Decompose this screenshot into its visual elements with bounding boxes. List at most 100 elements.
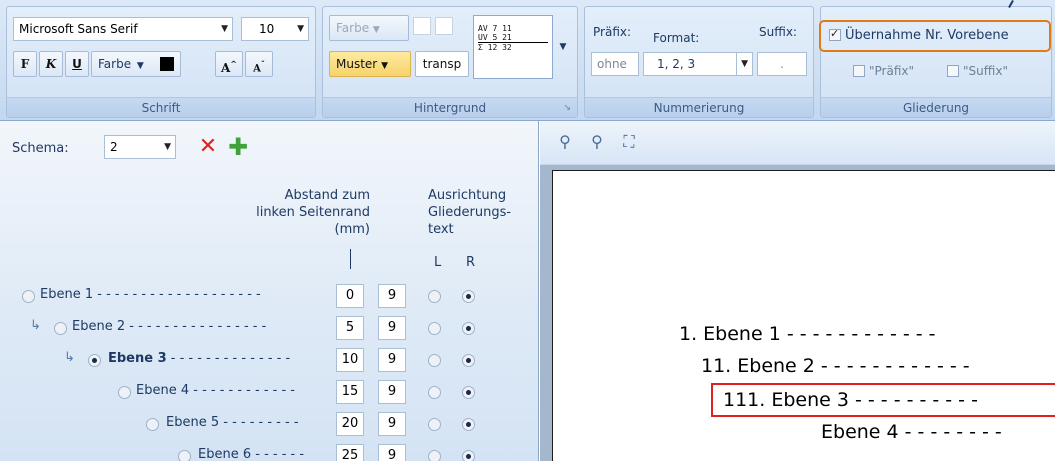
level-select-radio[interactable] — [22, 290, 35, 303]
abstand-input[interactable]: 10 — [336, 348, 364, 372]
font-name-select[interactable]: Microsoft Sans Serif ▼ — [13, 17, 233, 41]
delete-icon[interactable]: ✕ — [196, 135, 220, 161]
align-right-radio[interactable] — [462, 322, 475, 335]
width-input[interactable]: 9 — [378, 284, 406, 308]
preview-line-text: 111. Ebene 3 — [723, 389, 849, 411]
zoom-in-icon[interactable]: ⚲ — [554, 131, 576, 153]
abstand-header-line: Abstand zum — [284, 188, 370, 203]
group-label-gliederung: Gliederung — [821, 97, 1051, 117]
schema-label: Schema: — [12, 141, 69, 156]
prefix-label: Präfix: — [593, 25, 632, 39]
prefix-input[interactable]: ohne — [591, 52, 639, 76]
width-input[interactable]: 9 — [378, 412, 406, 436]
grow-font-button[interactable]: A^ — [215, 51, 243, 77]
background-color-label: Farbe — [336, 21, 370, 35]
font-size-select[interactable]: 10 ▼ — [241, 17, 309, 41]
style-preview-line: AV 7 11 — [478, 24, 512, 33]
prefix-value: ohne — [597, 57, 627, 71]
preview-toolbar: ⚲ ⚲ ⛶ — [540, 121, 1055, 165]
align-left-radio[interactable] — [428, 322, 441, 335]
level-select-radio[interactable] — [88, 354, 101, 367]
abstand-header-line: (mm) — [334, 222, 370, 237]
muster-button[interactable]: Muster ▼ — [329, 51, 411, 77]
width-input[interactable]: 9 — [378, 380, 406, 404]
level-select-radio[interactable] — [178, 450, 191, 461]
chevron-down-icon: ▼ — [736, 53, 748, 75]
shrink-font-button[interactable]: Aˇ — [245, 51, 273, 77]
align-right-radio[interactable] — [462, 354, 475, 367]
preview-line-2: 11. Ebene 2 - - - - - - - - - - - - — [701, 355, 970, 377]
chevron-down-icon: ▼ — [221, 24, 228, 34]
align-right-radio[interactable] — [462, 386, 475, 399]
ausrichtung-header: Ausrichtung Gliederungs- text — [428, 187, 511, 238]
shrink-font-label: A — [253, 63, 261, 75]
chevron-down-icon: ▼ — [136, 61, 144, 71]
level-name: Ebene 6 — [198, 447, 252, 461]
preview-line-3: 111. Ebene 3 - - - - - - - - - - — [723, 389, 978, 411]
checkbox-unchecked-icon — [947, 65, 959, 77]
align-left-radio[interactable] — [428, 354, 441, 367]
background-color-button[interactable]: Farbe ▼ — [329, 15, 409, 41]
indent-arrow-icon: ↳ — [30, 318, 41, 333]
align-right-radio[interactable] — [462, 418, 475, 431]
color-swatch-icon — [435, 17, 453, 35]
uebernahme-checkbox[interactable]: Übernahme Nr. Vorebene — [829, 27, 1009, 43]
abstand-input[interactable]: 25 — [336, 444, 364, 461]
praefix-label: "Präfix" — [869, 64, 915, 78]
width-input[interactable]: 9 — [378, 348, 406, 372]
width-input[interactable]: 9 — [378, 444, 406, 461]
font-color-button[interactable]: Farbe ▼ — [91, 51, 181, 77]
group-gliederung: Übernahme Nr. Vorebene "Präfix" "Suffix"… — [819, 6, 1052, 118]
format-label: Format: — [653, 31, 700, 45]
level-select-radio[interactable] — [54, 322, 67, 335]
abstand-input[interactable]: 20 — [336, 412, 364, 436]
group-label-hintergrund: Hintergrund — [323, 97, 577, 117]
style-preview-line: Σ 12 32 — [478, 42, 548, 52]
font-color-label: Farbe — [98, 57, 132, 71]
align-right-radio[interactable] — [462, 290, 475, 303]
bold-button[interactable]: F — [13, 51, 37, 77]
level-label: Ebene 1 - - - - - - - - - - - - - - - - … — [40, 287, 261, 302]
abstand-marker — [350, 249, 351, 269]
align-left-radio[interactable] — [428, 450, 441, 461]
zoom-out-icon[interactable]: ⚲ — [586, 131, 608, 153]
format-select[interactable]: 1, 2, 3 ▼ — [643, 52, 753, 76]
ausrichtung-header-line: Ausrichtung — [428, 188, 507, 203]
underline-button[interactable]: U — [65, 51, 89, 77]
ausrichtung-header-line: Gliederungs- — [428, 205, 512, 220]
level-select-radio[interactable] — [118, 386, 131, 399]
level-select-radio[interactable] — [146, 418, 159, 431]
color-swatch-icon — [413, 17, 431, 35]
color-swatch-icon — [160, 57, 174, 71]
group-nummerierung: Präfix: Format: Suffix: ohne 1, 2, 3 ▼ .… — [584, 6, 814, 118]
width-input[interactable]: 9 — [378, 316, 406, 340]
suffix-input[interactable]: . — [757, 52, 807, 76]
level-name: Ebene 2 — [72, 319, 126, 334]
align-right-radio[interactable] — [462, 450, 475, 461]
align-left-radio[interactable] — [428, 418, 441, 431]
praefix-checkbox[interactable]: "Präfix" — [853, 64, 914, 78]
level-label: Ebene 4 - - - - - - - - - - - - — [136, 383, 295, 398]
dialog-launcher-icon[interactable]: ↘ — [563, 103, 571, 113]
muster-label: Muster — [336, 57, 378, 71]
style-preview-gallery[interactable]: AV 7 11 UV 5 21 Σ 12 32 — [473, 15, 553, 79]
abstand-header-line: linken Seitenrand — [256, 205, 370, 220]
gallery-scroll-button[interactable]: ▼ — [555, 15, 571, 79]
abstand-input[interactable]: 5 — [336, 316, 364, 340]
grow-font-label: A — [220, 61, 231, 75]
fit-page-icon[interactable]: ⛶ — [618, 131, 640, 153]
add-icon[interactable]: ✚ — [226, 135, 250, 161]
abstand-input[interactable]: 0 — [336, 284, 364, 308]
chevron-down-icon: ▼ — [372, 25, 380, 35]
abstand-input[interactable]: 15 — [336, 380, 364, 404]
italic-button[interactable]: K — [39, 51, 63, 77]
schema-select[interactable]: 2 ▼ — [104, 135, 176, 159]
preview-line-4: Ebene 4 - - - - - - - - — [821, 421, 1002, 443]
uebernahme-label: Übernahme Nr. Vorebene — [845, 28, 1009, 43]
group-schrift: Microsoft Sans Serif ▼ 10 ▼ F K U Farbe … — [6, 6, 316, 118]
suffix-checkbox[interactable]: "Suffix" — [947, 64, 1008, 78]
preview-page: 1. Ebene 1 - - - - - - - - - - - - 11. E… — [552, 170, 1055, 461]
align-left-radio[interactable] — [428, 290, 441, 303]
transparent-button[interactable]: transp — [415, 51, 469, 77]
align-left-radio[interactable] — [428, 386, 441, 399]
